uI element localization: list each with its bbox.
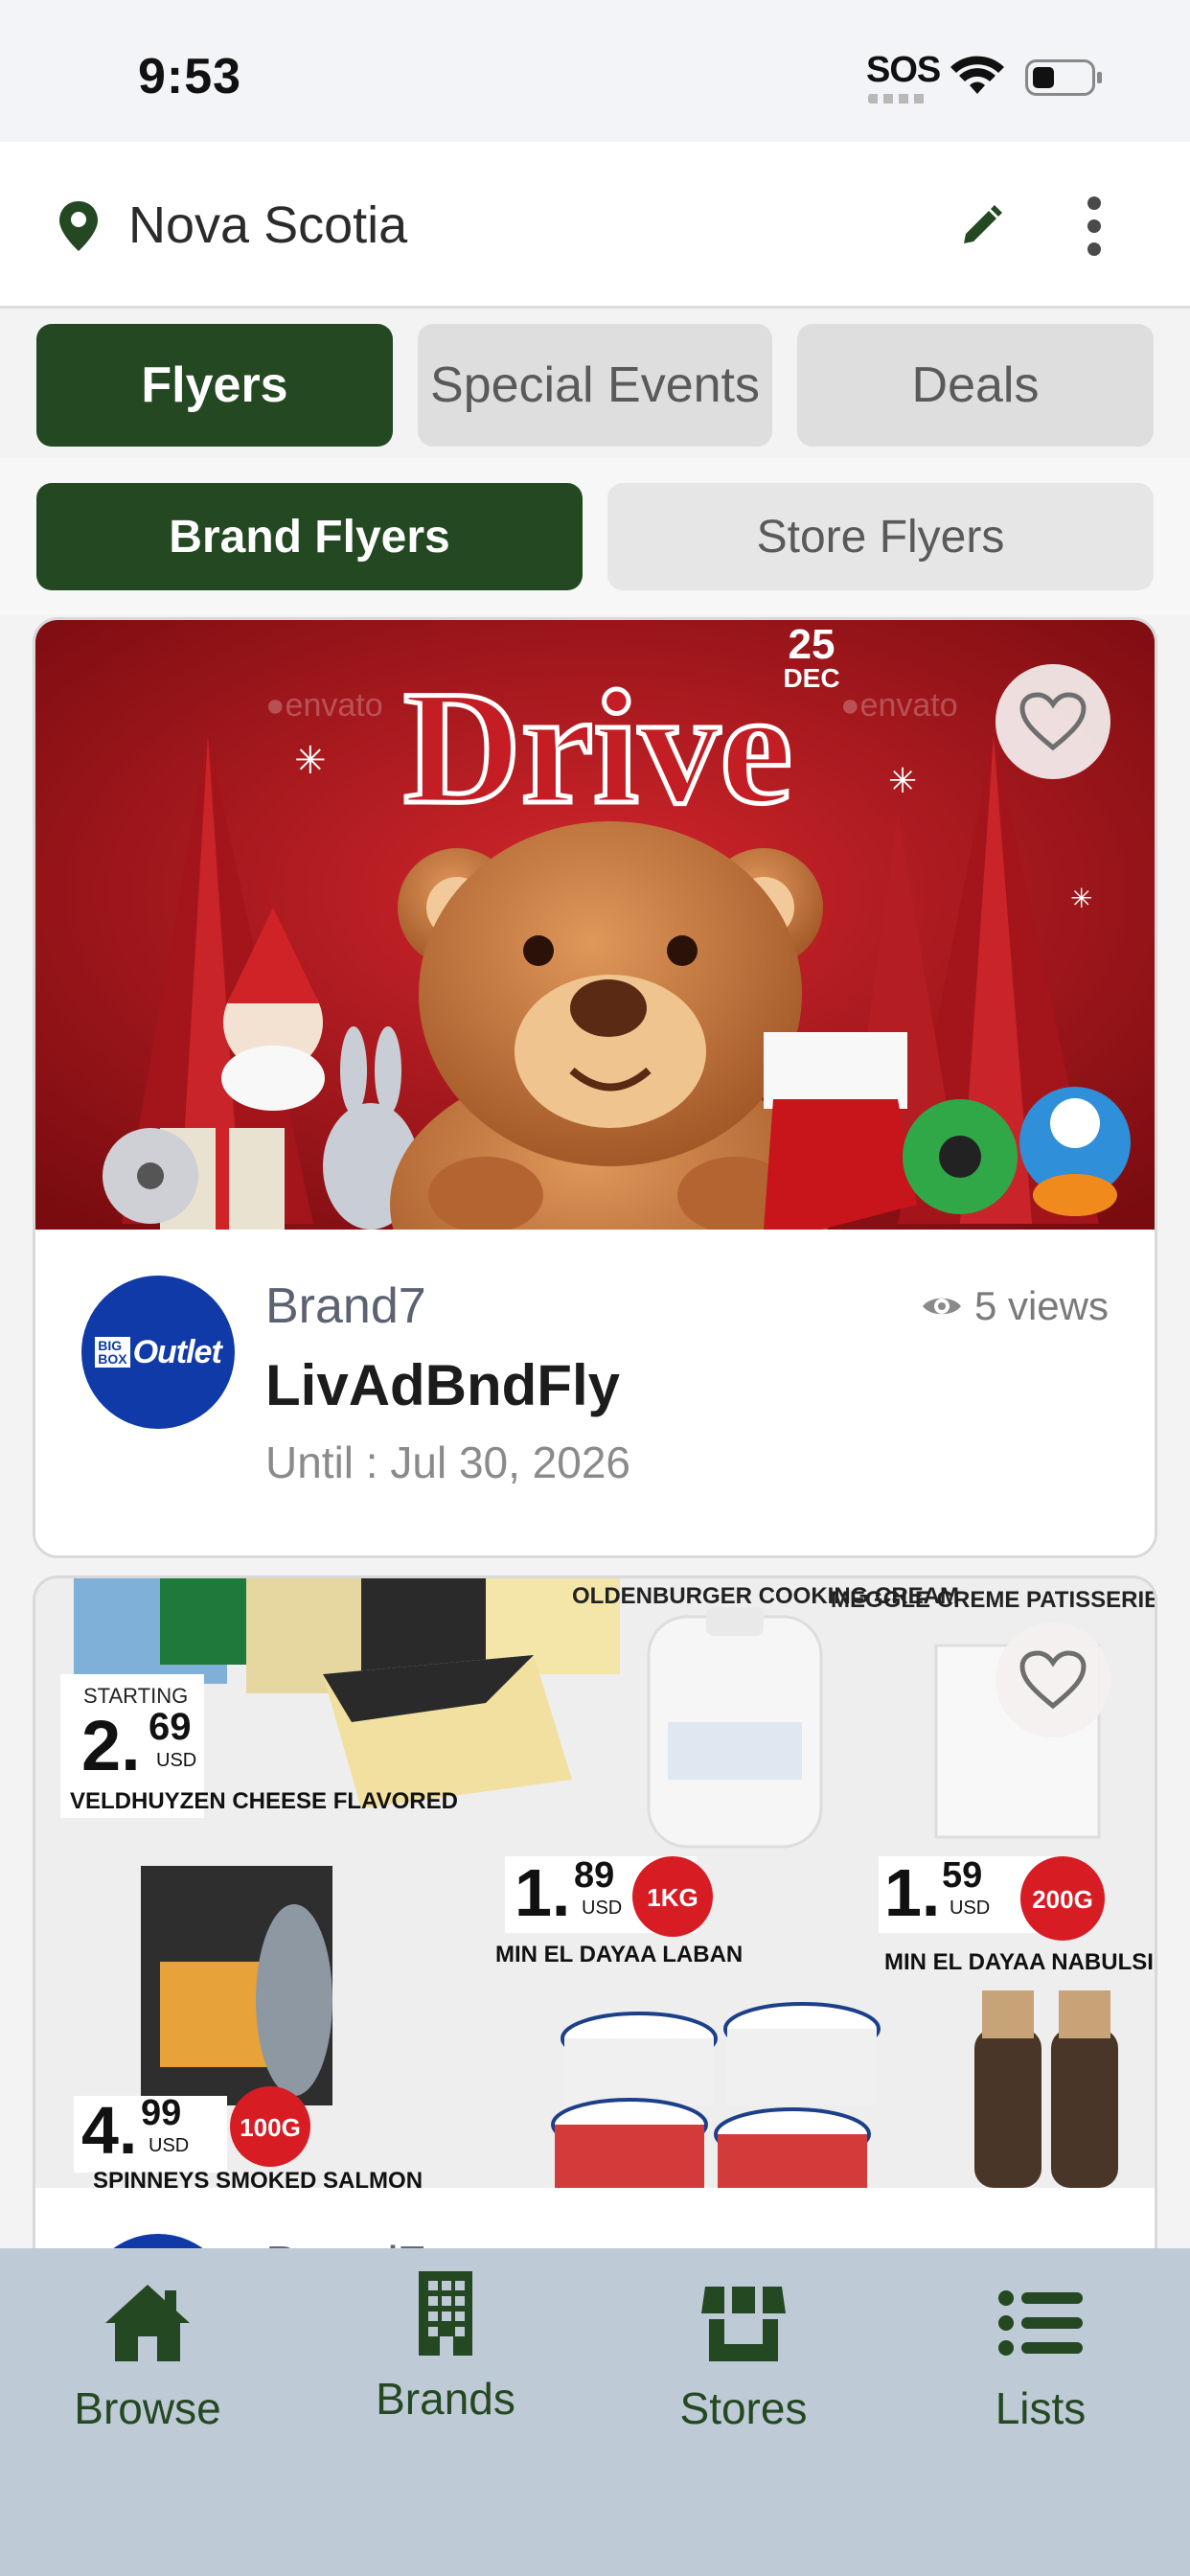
flyer-image[interactable]: ✳ ✳ ✳ Drive 25 DEC ●envato ●envato (35, 620, 1155, 1230)
svg-text:✳: ✳ (294, 739, 327, 783)
flyer-card[interactable]: ✳ ✳ ✳ Drive 25 DEC ●envato ●envato BIG B… (33, 617, 1157, 1558)
location-pin-icon (59, 201, 98, 251)
views-count: 5 views (921, 1283, 1109, 1329)
favorite-button[interactable] (995, 1622, 1110, 1737)
tab-deals[interactable]: Deals (797, 324, 1154, 447)
grocery-flyer: STARTING 2. 69 USD VELDHUYZEN CHEESE FLA… (35, 1578, 1155, 2188)
brand-logo: BIG BOX Outlet (81, 1276, 235, 1429)
size-badge: 1KG (647, 1883, 698, 1912)
flyer-title: LivAdBndFly (265, 1353, 620, 1417)
nav-browse[interactable]: Browse (33, 2277, 263, 2459)
status-bar: 9:53 SOS (0, 0, 1190, 142)
views-label: 5 views (973, 1283, 1109, 1328)
sos-indicator: SOS (866, 50, 941, 90)
nav-brands[interactable]: Brands (331, 2267, 561, 2450)
app-screen: 9:53 SOS Nova Scotia Flyers Special Even… (0, 0, 1190, 2576)
bottom-navigation: Browse Brands Stores Lists (0, 2248, 1190, 2576)
price-unit: USD (950, 1898, 990, 1919)
location-name[interactable]: Nova Scotia (128, 196, 407, 255)
price-small: 69 (149, 1706, 192, 1748)
price-big: 4. (81, 2093, 137, 2168)
svg-text:●envato: ●envato (265, 687, 383, 724)
category-tabs: Flyers Special Events Deals (0, 309, 1190, 458)
poster-date-day: 25 (789, 621, 835, 668)
nav-label: Stores (679, 2383, 808, 2433)
flyer-card[interactable]: STARTING 2. 69 USD VELDHUYZEN CHEESE FLA… (33, 1576, 1157, 2304)
price-small: 89 (574, 1855, 614, 1896)
price-big: 1. (884, 1855, 940, 1930)
tab-brand-flyers[interactable]: Brand Flyers (36, 483, 583, 590)
location-header: Nova Scotia (0, 142, 1190, 309)
heart-icon (1019, 692, 1087, 751)
product-name: MIN EL DAYAA NABULSI (884, 1949, 1154, 1975)
product-name: VELDHUYZEN CHEESE FLAVORED (70, 1788, 458, 1814)
store-icon (701, 2287, 786, 2361)
nav-stores[interactable]: Stores (629, 2277, 858, 2459)
price-label: STARTING (83, 1684, 188, 1708)
poster-date-month: DEC (783, 663, 839, 693)
logo-big-box: BIG BOX (95, 1337, 130, 1368)
battery-icon (1025, 59, 1102, 96)
price-small: 59 (942, 1855, 982, 1896)
flyer-type-tabs: Brand Flyers Store Flyers (0, 458, 1190, 615)
svg-text:✳: ✳ (1070, 883, 1092, 914)
price-big: 2. (81, 1706, 141, 1785)
flyer-info: BIG BOX Outlet Brand7 5 views LivAdBndFly… (35, 1230, 1155, 1555)
svg-text:●envato: ●envato (840, 687, 958, 724)
tab-flyers[interactable]: Flyers (36, 324, 393, 447)
product-name: SPINNEYS SMOKED SALMON (93, 2168, 423, 2188)
edit-pencil-icon[interactable] (958, 203, 1004, 249)
wifi-icon (950, 56, 1004, 94)
favorite-button[interactable] (995, 664, 1110, 779)
tab-store-flyers[interactable]: Store Flyers (607, 483, 1154, 590)
list-icon (998, 2290, 1083, 2356)
nav-label: Brands (376, 2374, 515, 2424)
eye-icon (922, 1298, 961, 1315)
logo-text: Outlet (132, 1333, 222, 1370)
nav-label: Lists (995, 2383, 1087, 2433)
size-badge: 200G (1032, 1885, 1093, 1914)
price-big: 1. (515, 1855, 570, 1930)
product-name: MIN EL DAYAA LABAN (495, 1942, 743, 1967)
tab-special-events[interactable]: Special Events (418, 324, 772, 447)
svg-text:✳: ✳ (888, 762, 917, 801)
building-icon (419, 2271, 472, 2356)
status-time: 9:53 (138, 49, 242, 104)
size-badge: 100G (240, 2113, 301, 2142)
poster-headline: Drive (403, 657, 792, 838)
price-unit: USD (582, 1898, 622, 1919)
price-small: 99 (141, 2093, 181, 2133)
heart-icon (1019, 1650, 1087, 1710)
toy-drive-poster: ✳ ✳ ✳ Drive 25 DEC ●envato ●envato (35, 620, 1155, 1230)
more-vertical-icon[interactable] (1077, 196, 1111, 257)
price-unit: USD (149, 2135, 189, 2156)
flyer-image[interactable]: STARTING 2. 69 USD VELDHUYZEN CHEESE FLA… (35, 1578, 1155, 2188)
nav-label: Browse (74, 2383, 221, 2433)
signal-dots (868, 94, 929, 104)
brand-name: Brand7 (265, 1278, 426, 1334)
price-unit: USD (156, 1750, 196, 1771)
nav-lists[interactable]: Lists (926, 2277, 1156, 2459)
expiry-date: Until : Jul 30, 2026 (265, 1438, 631, 1487)
product-name: MEGGLE CREME PATISSERIE SWEETENED (831, 1587, 1155, 1613)
home-icon (105, 2285, 190, 2361)
